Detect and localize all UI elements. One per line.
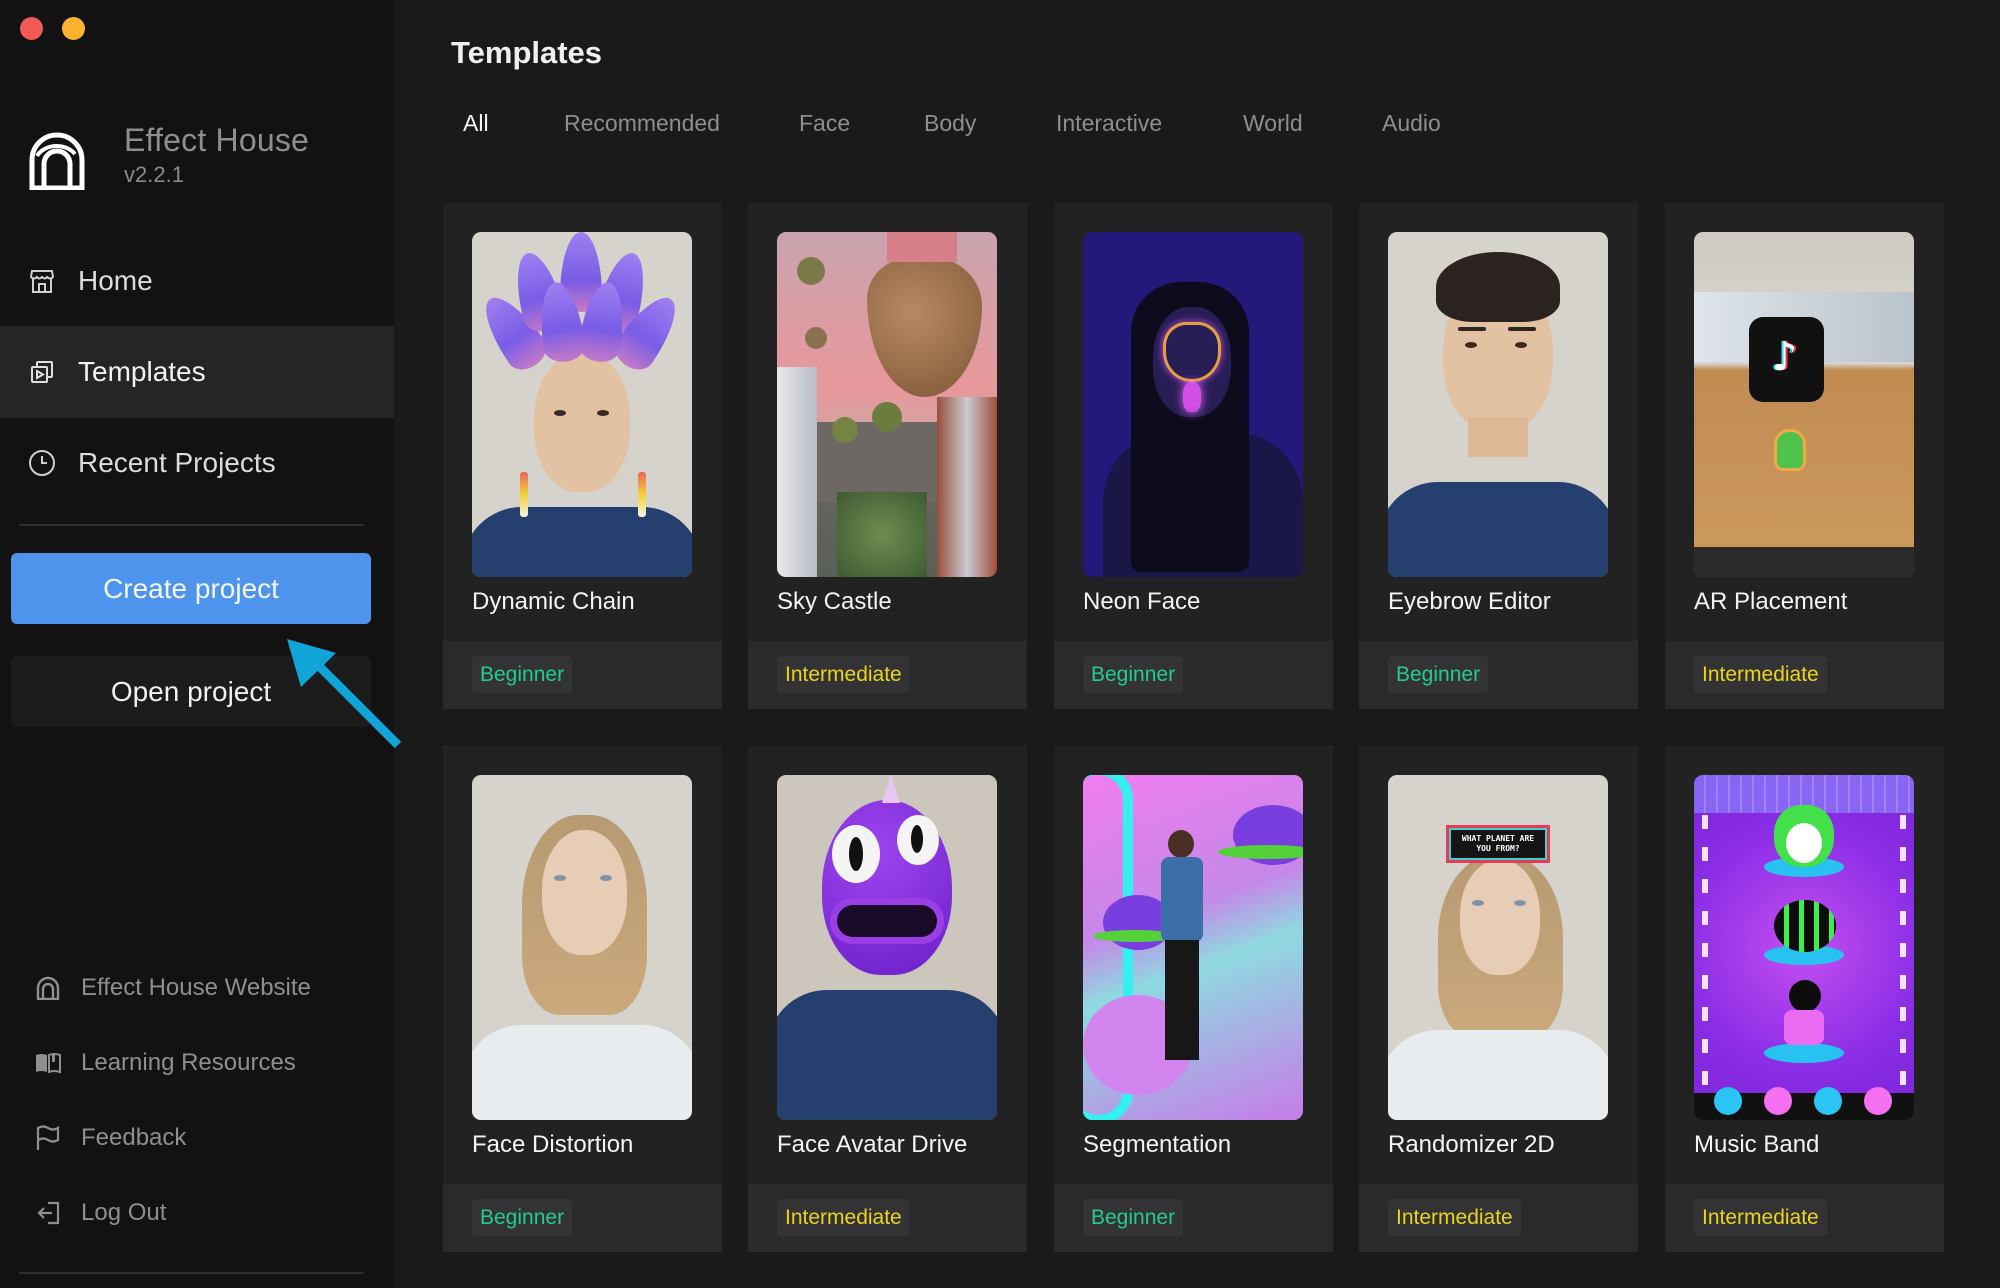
template-footer: Beginner [443,1184,722,1252]
template-footer: Beginner [443,641,722,709]
link-label: Feedback [81,1124,187,1151]
template-title: Music Band [1694,1131,1820,1158]
template-card-eyebrow-editor[interactable]: Eyebrow Editor Beginner [1359,203,1638,709]
templates-icon [28,358,56,386]
template-thumbnail [1388,232,1608,577]
clock-icon [28,449,56,477]
template-thumbnail [777,775,997,1120]
tab-audio[interactable]: Audio [1382,110,1441,137]
app-version: v2.2.1 [124,162,184,187]
template-card-dynamic-chain[interactable]: Dynamic Chain Beginner [443,203,722,709]
tab-world[interactable]: World [1243,110,1303,137]
template-thumbnail [1083,232,1303,577]
template-title: Segmentation [1083,1131,1232,1158]
tab-body[interactable]: Body [924,110,976,137]
link-label: Log Out [81,1199,167,1226]
template-footer: Intermediate [1359,1184,1638,1252]
template-thumbnail [472,232,692,577]
storefront-icon [28,267,56,295]
template-footer: Intermediate [1665,641,1944,709]
template-card-segmentation[interactable]: Segmentation Beginner [1054,746,1333,1252]
tab-all[interactable]: All [463,110,489,137]
learning-resources-link[interactable]: Learning Resources [35,1043,296,1083]
sidebar-item-label: Recent Projects [78,447,276,478]
template-thumbnail [1083,775,1303,1120]
difficulty-badge: Beginner [1083,1199,1184,1236]
window-minimize-button[interactable] [62,17,85,40]
logout-icon [35,1200,61,1226]
effect-house-icon [35,975,61,1001]
sidebar-divider [19,524,364,526]
create-project-button[interactable]: Create project [11,553,371,624]
template-footer: Beginner [1054,1184,1333,1252]
feedback-link[interactable]: Feedback [35,1118,186,1158]
template-title: Sky Castle [777,588,892,615]
template-card-music-band[interactable]: Music Band Intermediate [1665,746,1944,1252]
difficulty-badge: Intermediate [777,656,910,693]
template-thumbnail [472,775,692,1120]
tab-face[interactable]: Face [799,110,850,137]
template-thumbnail: ♪ [1694,232,1914,577]
sidebar-bottom-divider [19,1272,364,1274]
sidebar-item-recent-projects[interactable]: Recent Projects [0,417,394,509]
tab-recommended[interactable]: Recommended [564,110,720,137]
template-footer: Intermediate [748,1184,1027,1252]
app-name: Effect House [124,122,310,158]
difficulty-badge: Beginner [1388,656,1489,693]
template-title: Face Avatar Drive [777,1131,968,1158]
difficulty-badge: Intermediate [777,1199,910,1236]
template-card-sky-castle[interactable]: Sky Castle Intermediate [748,203,1027,709]
randomizer-sign: WHAT PLANET ARE YOU FROM? [1446,825,1550,863]
sidebar-item-label: Home [78,265,153,296]
book-icon [35,1050,61,1076]
template-title: AR Placement [1694,588,1848,615]
link-label: Learning Resources [81,1049,296,1076]
difficulty-badge: Intermediate [1388,1199,1521,1236]
template-footer: Intermediate [1665,1184,1944,1252]
difficulty-badge: Beginner [472,656,573,693]
template-card-neon-face[interactable]: Neon Face Beginner [1054,203,1333,709]
tab-interactive[interactable]: Interactive [1056,110,1162,137]
sidebar-item-templates[interactable]: Templates [0,326,394,418]
template-footer: Beginner [1359,641,1638,709]
template-title: Neon Face [1083,588,1201,615]
template-card-face-avatar-drive[interactable]: Face Avatar Drive Intermediate [748,746,1027,1252]
difficulty-badge: Intermediate [1694,656,1827,693]
sidebar-item-home[interactable]: Home [0,235,394,327]
template-title: Eyebrow Editor [1388,588,1551,615]
sidebar: Effect House v2.2.1 Home Templates Recen… [0,0,394,1288]
template-title: Dynamic Chain [472,588,635,615]
difficulty-badge: Beginner [1083,656,1184,693]
difficulty-badge: Beginner [472,1199,573,1236]
template-title: Face Distortion [472,1131,634,1158]
link-label: Effect House Website [81,974,311,1001]
page-title: Templates [451,35,603,70]
open-project-button[interactable]: Open project [11,656,371,727]
template-thumbnail [777,232,997,577]
template-card-face-distortion[interactable]: Face Distortion Beginner [443,746,722,1252]
flag-icon [35,1125,61,1151]
template-title: Randomizer 2D [1388,1131,1555,1158]
sidebar-item-label: Templates [78,356,206,387]
template-card-ar-placement[interactable]: ♪ AR Placement Intermediate [1665,203,1944,709]
effect-house-arch-icon [29,132,85,190]
template-card-randomizer-2d[interactable]: WHAT PLANET ARE YOU FROM? Randomizer 2D … [1359,746,1638,1252]
template-footer: Intermediate [748,641,1027,709]
template-thumbnail [1694,775,1914,1120]
log-out-link[interactable]: Log Out [35,1193,166,1233]
window-close-button[interactable] [20,17,43,40]
difficulty-badge: Intermediate [1694,1199,1827,1236]
template-thumbnail: WHAT PLANET ARE YOU FROM? [1388,775,1608,1120]
template-footer: Beginner [1054,641,1333,709]
effect-house-website-link[interactable]: Effect House Website [35,968,311,1008]
